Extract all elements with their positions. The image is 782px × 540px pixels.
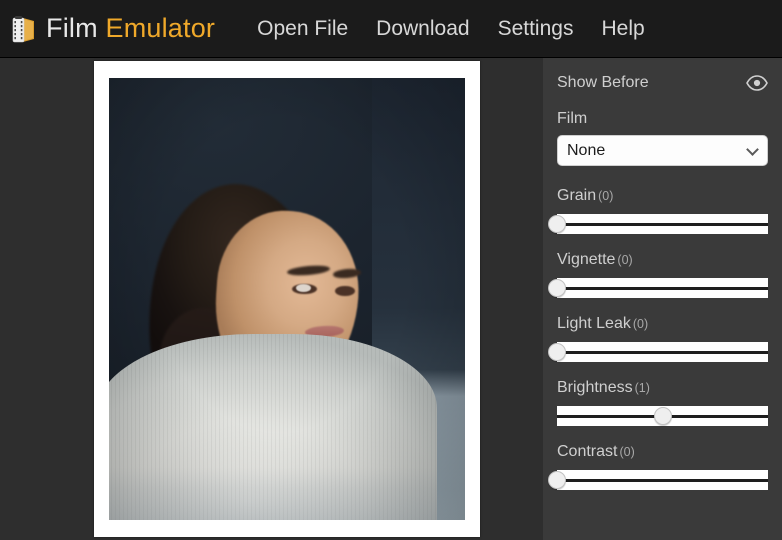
- slider-light-leak: Light Leak (0): [548, 315, 768, 362]
- slider-brightness-label: Brightness: [557, 379, 633, 396]
- slider-contrast-value: (0): [619, 445, 635, 459]
- show-before-label: Show Before: [557, 74, 649, 91]
- app-header: Film Emulator Open File Download Setting…: [0, 0, 782, 58]
- slider-contrast-thumb[interactable]: [548, 471, 566, 489]
- slider-contrast: Contrast (0): [548, 443, 768, 490]
- slider-vignette-thumb[interactable]: [548, 279, 566, 297]
- slider-contrast-line: [557, 478, 768, 482]
- app-body: Show Before Film None Grain (0) Vignette…: [0, 58, 782, 540]
- slider-grain-value: (0): [598, 189, 614, 203]
- slider-vignette: Vignette (0): [548, 251, 768, 298]
- slider-light-leak-track[interactable]: [548, 342, 768, 362]
- slider-brightness-track[interactable]: [557, 406, 768, 426]
- film-label: Film: [557, 110, 588, 127]
- nav-download[interactable]: Download: [362, 14, 483, 44]
- slider-light-leak-line: [557, 350, 768, 354]
- slider-light-leak-caption: Light Leak (0): [557, 315, 768, 333]
- eye-icon[interactable]: [746, 75, 768, 91]
- film-roll-icon: [10, 14, 36, 44]
- app-title-word-1: Film: [46, 13, 98, 43]
- slider-vignette-track[interactable]: [548, 278, 768, 298]
- slider-vignette-label: Vignette: [557, 251, 616, 268]
- slider-vignette-caption: Vignette (0): [557, 251, 768, 269]
- preview-photo[interactable]: [109, 78, 465, 520]
- show-before-toggle[interactable]: Show Before: [557, 74, 768, 92]
- slider-contrast-track[interactable]: [548, 470, 768, 490]
- slider-grain-caption: Grain (0): [557, 187, 768, 205]
- slider-brightness-thumb[interactable]: [653, 407, 672, 425]
- slider-vignette-line: [557, 286, 768, 290]
- photo-eye-right: [335, 285, 355, 297]
- main-nav: Open File Download Settings Help: [243, 14, 659, 44]
- photo-eye-highlight: [295, 283, 311, 292]
- film-select[interactable]: None: [557, 135, 768, 166]
- nav-settings[interactable]: Settings: [484, 14, 588, 44]
- image-canvas[interactable]: [0, 58, 543, 540]
- nav-help[interactable]: Help: [587, 14, 658, 44]
- slider-light-leak-label: Light Leak: [557, 315, 631, 332]
- slider-grain-track[interactable]: [548, 214, 768, 234]
- slider-grain: Grain (0): [548, 187, 768, 234]
- slider-contrast-caption: Contrast (0): [557, 443, 768, 461]
- slider-brightness: Brightness (1): [557, 379, 768, 426]
- controls-sidebar: Show Before Film None Grain (0) Vignette…: [543, 58, 782, 540]
- slider-grain-line: [557, 222, 768, 226]
- photo-frame: [94, 61, 480, 537]
- slider-vignette-value: (0): [617, 253, 633, 267]
- slider-grain-label: Grain: [557, 187, 597, 204]
- app-title: Film Emulator: [46, 13, 215, 44]
- slider-light-leak-value: (0): [632, 317, 649, 331]
- app-title-word-2: Emulator: [105, 13, 216, 43]
- film-select-wrap: None: [557, 135, 768, 166]
- nav-open-file[interactable]: Open File: [243, 14, 362, 44]
- slider-brightness-caption: Brightness (1): [557, 379, 768, 397]
- photo-surface: [109, 466, 465, 520]
- app-window: Film Emulator Open File Download Setting…: [0, 0, 782, 540]
- slider-brightness-value: (1): [634, 381, 650, 395]
- slider-light-leak-thumb[interactable]: [548, 343, 566, 361]
- slider-grain-thumb[interactable]: [548, 215, 566, 233]
- slider-contrast-label: Contrast: [557, 443, 618, 460]
